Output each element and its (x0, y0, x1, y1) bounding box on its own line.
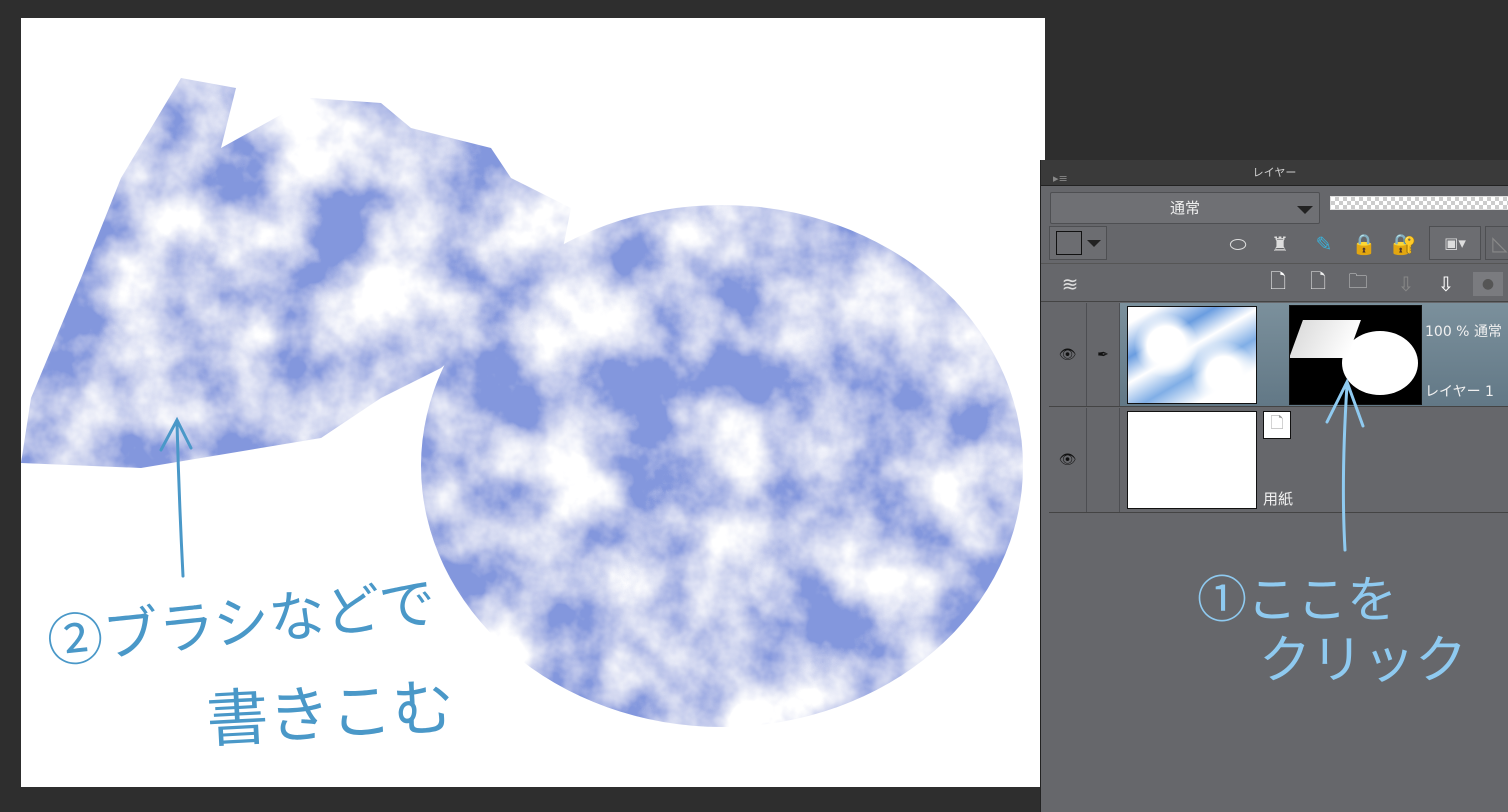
new-folder-icon[interactable]: 🗀 (1343, 269, 1373, 299)
lock-layer-icon[interactable]: 🔒 (1347, 228, 1381, 260)
add-mask-icon[interactable]: ● (1473, 272, 1503, 296)
annotation-step2-line2: 書きこむ (204, 670, 457, 757)
clip-lower-layer-icon[interactable]: ⬭ (1221, 228, 1255, 260)
panel-title: レイヤー (1252, 166, 1297, 179)
layer-name: レイヤー 1 (1425, 384, 1494, 400)
panel-menu-icon[interactable]: ▸≡ (1053, 166, 1068, 192)
transfer-down-icon[interactable]: ⇩ (1391, 269, 1421, 299)
layer-mode: 通常 (1473, 324, 1502, 340)
ruler-icon[interactable]: ◺ (1485, 226, 1508, 260)
layer-name: 用紙 (1263, 490, 1294, 508)
mask-enable-dropdown[interactable]: ▣▾ (1429, 226, 1481, 260)
layer-property-toolbar: ⬭ ♜ ✎ 🔒 🔐 ▣▾ ◺ (1041, 224, 1508, 264)
layer-actions-toolbar: ≋ 🗋 🗋 🗀 ⇩ ⇩ ● (1041, 266, 1508, 302)
panel-title-bar: ▸≡ レイヤー (1041, 160, 1508, 186)
lock-transparency-icon[interactable]: 🔐 (1387, 228, 1421, 260)
visibility-eye-icon[interactable]: 👁 (1049, 303, 1087, 406)
drawing-canvas[interactable]: ②ブラシなどで 書きこむ (21, 18, 1045, 787)
edit-target-pen-icon[interactable]: ✒ (1087, 303, 1120, 406)
draft-layer-icon[interactable]: ✎ (1307, 228, 1341, 260)
layer-row-layer1[interactable]: 👁 ✒ 100 % 通常 レイヤー 1 (1049, 303, 1508, 407)
layer-opacity: 100 % (1425, 324, 1470, 340)
layer-panel: ▸≡ レイヤー 通常 ⬭ ♜ ✎ 🔒 🔐 ▣▾ ◺ ≋ 🗋 🗋 🗀 ⇩ ⇩ ● … (1040, 160, 1508, 812)
layer-stack-icon[interactable]: ≋ (1055, 270, 1085, 298)
blend-mode-select[interactable]: 通常 (1050, 192, 1320, 224)
new-raster-layer-icon[interactable]: 🗋 (1263, 269, 1293, 299)
paper-layer-icon: 🗋 (1263, 411, 1291, 439)
layer-thumbnail[interactable] (1127, 306, 1257, 404)
reference-layer-icon[interactable]: ♜ (1263, 228, 1297, 260)
annotation-step1-line2: クリック (1259, 631, 1468, 691)
layer-row-paper[interactable]: 👁 🗋 用紙 (1049, 408, 1508, 513)
blend-mode-value: 通常 (1169, 199, 1200, 217)
merge-down-icon[interactable]: ⇩ (1431, 269, 1461, 299)
layer-opacity-mode: 100 % 通常 (1425, 321, 1502, 341)
opacity-slider[interactable] (1330, 196, 1508, 210)
cloud-artwork (21, 78, 1023, 727)
layer-mask-thumbnail[interactable] (1289, 305, 1422, 405)
ellipse-cloud-area (421, 205, 1023, 727)
layer-thumbnail[interactable] (1127, 411, 1257, 509)
new-vector-layer-icon[interactable]: 🗋 (1303, 269, 1333, 299)
color-swatch-dropdown[interactable] (1049, 226, 1107, 260)
edit-target-empty[interactable] (1087, 408, 1120, 512)
chevron-down-icon (1297, 206, 1313, 214)
visibility-eye-icon[interactable]: 👁 (1049, 408, 1087, 512)
